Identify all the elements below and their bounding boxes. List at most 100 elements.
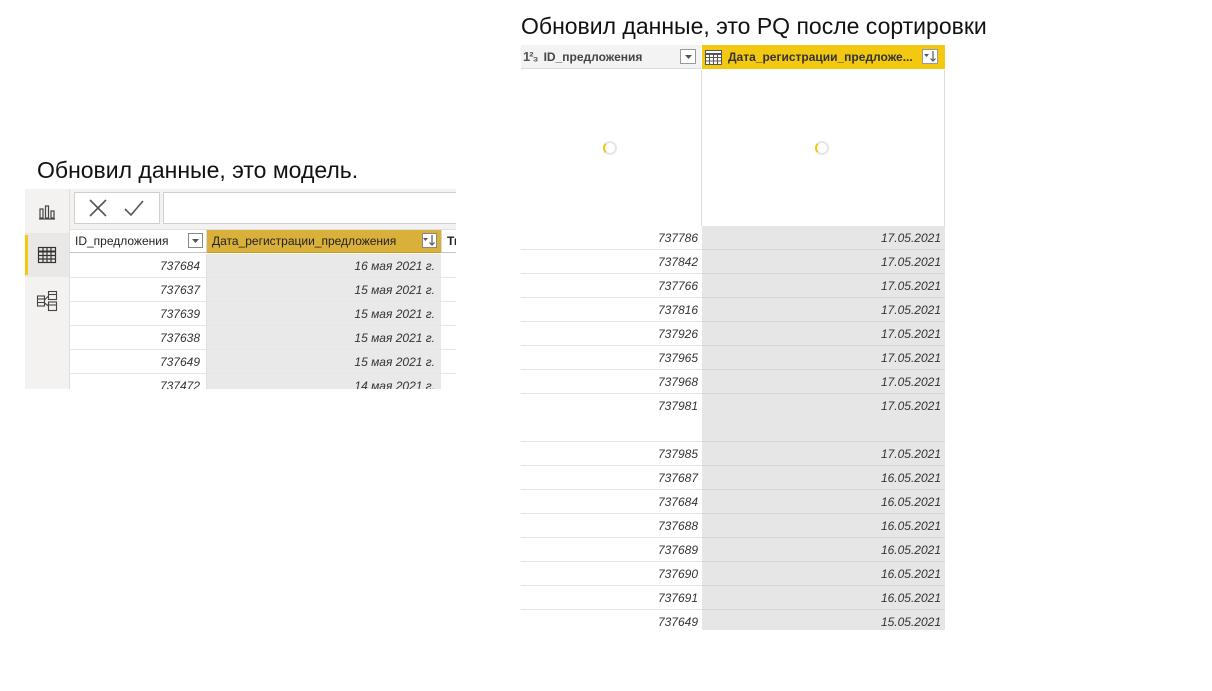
table-row: 737981 17.05.2021 bbox=[521, 394, 945, 442]
model-caption: Обновил данные, это модель. bbox=[37, 157, 359, 183]
check-icon[interactable] bbox=[123, 197, 145, 219]
id-cell: 737981 bbox=[521, 394, 702, 442]
date-cell: 17.05.2021 bbox=[702, 274, 945, 298]
report-view-button[interactable] bbox=[25, 189, 69, 233]
sort-descending-icon bbox=[423, 235, 435, 246]
table-row: 737684 16 мая 2021 г. bbox=[70, 254, 456, 278]
date-cell: 17.05.2021 bbox=[702, 370, 945, 394]
id-cell: 737766 bbox=[521, 274, 702, 298]
type-cell bbox=[441, 278, 456, 302]
id-cell: 737691 bbox=[521, 586, 702, 610]
column-profile-area bbox=[521, 70, 945, 226]
date-cell: 15 мая 2021 г. bbox=[207, 302, 441, 326]
date-cell: 15 мая 2021 г. bbox=[207, 278, 441, 302]
date-cell: 17.05.2021 bbox=[702, 442, 945, 466]
date-cell: 16 мая 2021 г. bbox=[207, 254, 441, 278]
id-cell: 737687 bbox=[521, 466, 702, 490]
sort-descending-icon bbox=[923, 51, 936, 62]
date-cell: 15 мая 2021 г. bbox=[207, 326, 441, 350]
date-cell: 17.05.2021 bbox=[702, 298, 945, 322]
id-cell: 737684 bbox=[70, 254, 207, 278]
calendar-icon bbox=[705, 49, 722, 65]
pq-column-header-date[interactable]: Дата_регистрации_предложе... bbox=[702, 45, 945, 69]
date-cell: 17.05.2021 bbox=[702, 322, 945, 346]
sort-descending-button[interactable] bbox=[422, 233, 437, 248]
table-row: 737786 17.05.2021 bbox=[521, 226, 945, 250]
type-cell bbox=[441, 350, 456, 374]
id-cell: 737689 bbox=[521, 538, 702, 562]
date-cell: 16.05.2021 bbox=[702, 586, 945, 610]
id-cell: 737816 bbox=[521, 298, 702, 322]
model-view-button[interactable] bbox=[25, 279, 69, 323]
pq-column-label: Дата_регистрации_предложе... bbox=[728, 50, 913, 64]
date-cell: 16.05.2021 bbox=[702, 562, 945, 586]
column-header-id[interactable]: ID_предложения bbox=[70, 230, 207, 253]
date-cell: 17.05.2021 bbox=[702, 346, 945, 370]
type-cell bbox=[441, 302, 456, 326]
formula-input[interactable] bbox=[163, 192, 456, 224]
sort-descending-button[interactable] bbox=[922, 49, 938, 64]
column-divider bbox=[701, 70, 702, 226]
data-view-button[interactable] bbox=[25, 233, 69, 277]
id-cell: 737638 bbox=[70, 326, 207, 350]
pq-column-header-id[interactable]: 1²₃ ID_предложения bbox=[521, 45, 701, 69]
id-cell: 737786 bbox=[521, 226, 702, 250]
loading-spinner-icon bbox=[815, 141, 829, 155]
column-header-label: Ти bbox=[447, 234, 456, 248]
close-icon[interactable] bbox=[87, 197, 109, 219]
date-cell: 17.05.2021 bbox=[702, 250, 945, 274]
column-header-label: Дата_регистрации_предложения bbox=[212, 234, 397, 248]
column-header-date[interactable]: Дата_регистрации_предложения bbox=[207, 230, 441, 253]
table-row: 737690 16.05.2021 bbox=[521, 562, 945, 586]
table-row: 737766 17.05.2021 bbox=[521, 274, 945, 298]
column-header-type[interactable]: Ти bbox=[441, 230, 456, 253]
date-cell: 17.05.2021 bbox=[702, 394, 945, 442]
type-cell bbox=[441, 374, 456, 389]
date-cell: 16.05.2021 bbox=[702, 490, 945, 514]
powerbi-data-view: ID_предложения Дата_регистрации_предложе… bbox=[25, 189, 456, 389]
table-row: 737688 16.05.2021 bbox=[521, 514, 945, 538]
filter-dropdown-button[interactable] bbox=[680, 49, 696, 64]
view-rail bbox=[25, 189, 70, 389]
number-type-icon: 1²₃ bbox=[523, 49, 539, 64]
id-cell: 737649 bbox=[521, 610, 702, 630]
table-row: 737637 15 мая 2021 г. bbox=[70, 278, 456, 302]
pq-caption: Обновил данные, это PQ после сортировки bbox=[521, 13, 987, 39]
chevron-down-icon bbox=[684, 54, 692, 59]
column-divider bbox=[944, 70, 945, 226]
date-cell: 16.05.2021 bbox=[702, 466, 945, 490]
table-row: 737472 14 мая 2021 г. bbox=[70, 374, 456, 389]
id-cell: 737968 bbox=[521, 370, 702, 394]
report-view-icon bbox=[39, 205, 55, 220]
table-row: 737816 17.05.2021 bbox=[521, 298, 945, 322]
table-row: 737968 17.05.2021 bbox=[521, 370, 945, 394]
table-row: 737684 16.05.2021 bbox=[521, 490, 945, 514]
id-cell: 737926 bbox=[521, 322, 702, 346]
model-view-icon bbox=[36, 290, 58, 312]
id-cell: 737472 bbox=[70, 374, 207, 389]
id-cell: 737637 bbox=[70, 278, 207, 302]
id-cell: 737649 bbox=[70, 350, 207, 374]
type-cell bbox=[441, 326, 456, 350]
date-cell: 16.05.2021 bbox=[702, 514, 945, 538]
id-cell: 737688 bbox=[521, 514, 702, 538]
table-row: 737965 17.05.2021 bbox=[521, 346, 945, 370]
id-cell: 737842 bbox=[521, 250, 702, 274]
filter-dropdown-button[interactable] bbox=[188, 233, 203, 248]
table-row: 737687 16.05.2021 bbox=[521, 466, 945, 490]
id-cell: 737965 bbox=[521, 346, 702, 370]
table-row: 737649 15 мая 2021 г. bbox=[70, 350, 456, 374]
date-cell: 15.05.2021 bbox=[702, 610, 945, 630]
loading-spinner-icon bbox=[603, 141, 617, 155]
id-cell: 737985 bbox=[521, 442, 702, 466]
column-header-label: ID_предложения bbox=[75, 234, 169, 248]
id-cell: 737684 bbox=[521, 490, 702, 514]
table-row: 737638 15 мая 2021 г. bbox=[70, 326, 456, 350]
id-cell: 737690 bbox=[521, 562, 702, 586]
table-row: 737985 17.05.2021 bbox=[521, 442, 945, 466]
id-cell: 737639 bbox=[70, 302, 207, 326]
table-row: 737639 15 мая 2021 г. bbox=[70, 302, 456, 326]
date-cell: 15 мая 2021 г. bbox=[207, 350, 441, 374]
table-row: 737649 15.05.2021 bbox=[521, 610, 945, 630]
pq-column-label: ID_предложения bbox=[543, 49, 643, 64]
